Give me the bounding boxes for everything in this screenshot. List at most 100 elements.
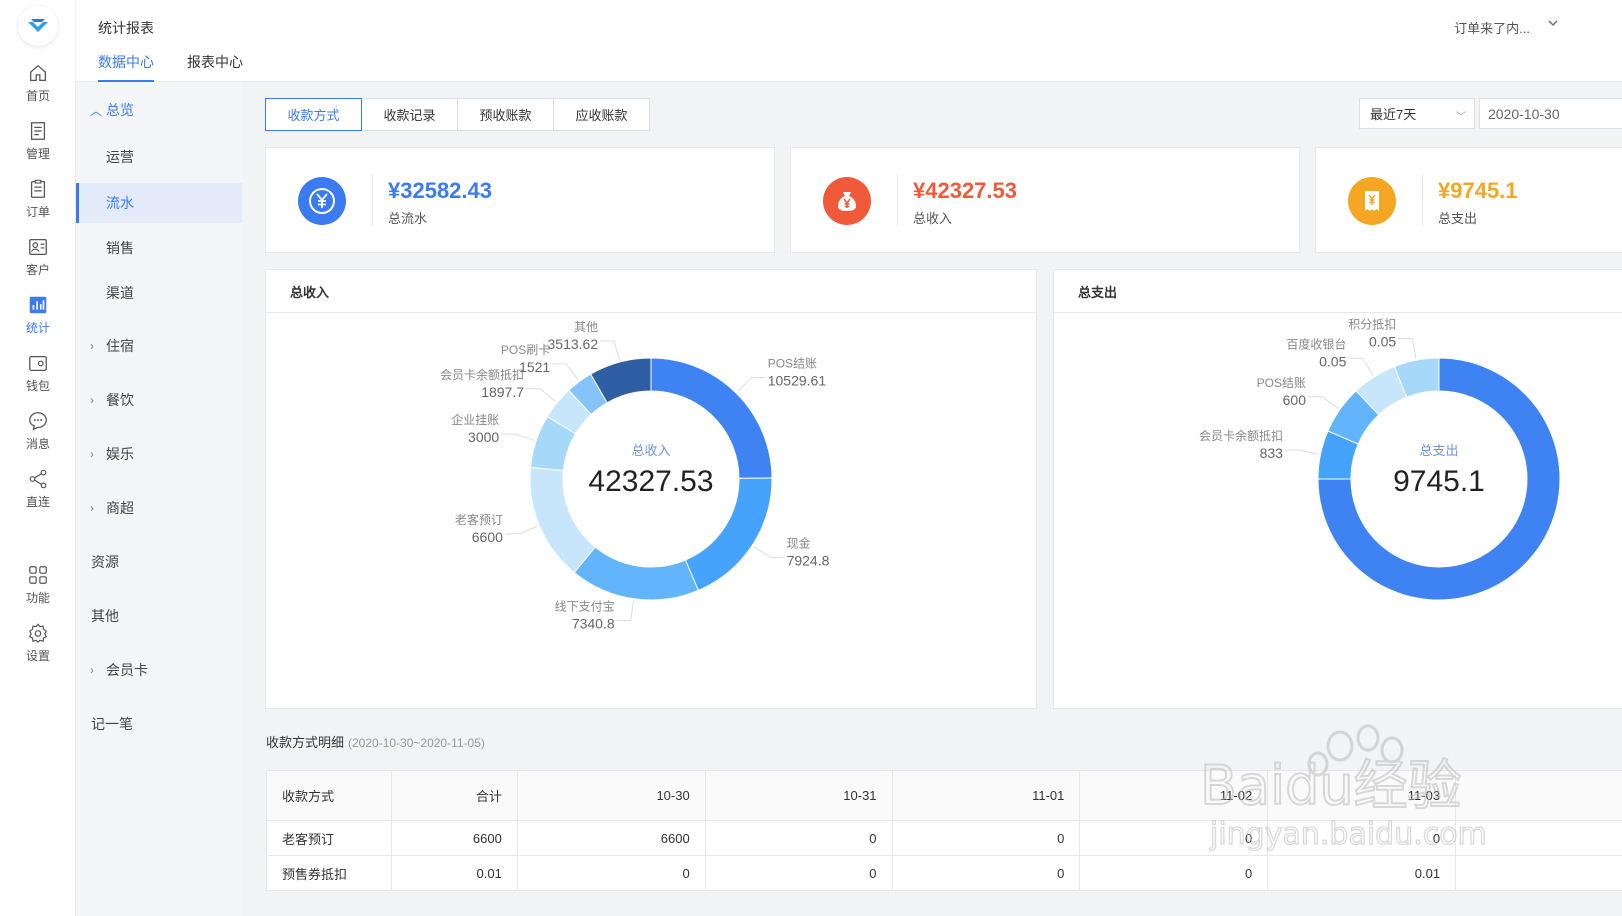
subnav-item-supermarket[interactable]: › 商超: [76, 488, 242, 528]
subnav-item-label: 流水: [106, 195, 134, 211]
page-title: 统计报表: [98, 20, 154, 36]
stat-label: 总收入: [913, 211, 953, 226]
table-cell: 0: [1267, 820, 1457, 856]
wallet-icon: [29, 355, 47, 371]
rail-item-order[interactable]: 订单: [0, 174, 76, 224]
rail-item-connect[interactable]: 直连: [0, 464, 76, 514]
column-header[interactable]: 11-02: [1079, 770, 1269, 821]
rail-item-label: 功能: [25, 591, 50, 605]
expense-slice-label: 百度收银台: [1286, 336, 1346, 351]
subnav-item-member-card[interactable]: › 会员卡: [76, 650, 242, 690]
column-header[interactable]: 收款方式: [266, 770, 392, 821]
tab-data-center[interactable]: 数据中心: [98, 52, 154, 82]
subnav-item-lodging[interactable]: › 住宿: [76, 326, 242, 366]
income-slice[interactable]: [573, 546, 700, 601]
column-header[interactable]: 10-30: [516, 770, 706, 821]
income-slice-label: 企业挂账: [451, 412, 499, 427]
home-icon: [30, 64, 46, 81]
date-range-value: 最近7天: [1370, 107, 1417, 122]
date-range-select[interactable]: 最近7天 ﹀: [1359, 98, 1475, 129]
rail-item-label: 首页: [25, 89, 50, 103]
column-header[interactable]: 10-31: [704, 770, 893, 821]
expense-donut-chart: 会员卡余额抵扣 833 POS结账 600 百度收银台 0.05 积分抵扣 0.05 总支出 97…: [1199, 318, 1561, 601]
chevron-right-icon: ›: [90, 501, 94, 515]
chevron-down-icon: ﹀: [1456, 112, 1466, 123]
subnav-item-operation[interactable]: 运营: [76, 137, 242, 177]
column-header[interactable]: 11-03: [1267, 770, 1457, 821]
money-bag-icon: [823, 177, 871, 225]
table-cell: 0.01: [1267, 855, 1457, 891]
subnav-item-channel[interactable]: 渠道: [76, 273, 242, 313]
table-cell: 0: [516, 855, 706, 891]
rail-item-settings[interactable]: 设置: [0, 618, 76, 668]
subnav-item-flow[interactable]: 流水: [76, 183, 242, 223]
subnav-item-resource[interactable]: 资源: [76, 542, 242, 582]
income-slice-value: 6600: [472, 529, 503, 545]
rail-item-stats[interactable]: 统计: [0, 290, 76, 340]
rail-item-wallet[interactable]: 钱包: [0, 348, 76, 398]
income-leader-line: [737, 376, 766, 393]
rail-item-label: 客户: [25, 263, 50, 277]
rail-item-customer[interactable]: 客户: [0, 232, 76, 282]
main-content: 收款方式 收款记录 预收账款 应收账款 最近7天 ﹀ 2020-10-30 ¥3…: [242, 82, 1622, 916]
stat-value: ¥9745.1: [1438, 178, 1518, 203]
income-slice[interactable]: [650, 357, 773, 479]
income-slice-value: 3513.62: [548, 336, 599, 352]
stat-divider: [1422, 174, 1423, 226]
subnav-item-record[interactable]: 记一笔: [76, 704, 242, 744]
rail-item-label: 直连: [25, 495, 50, 509]
rail-item-apps[interactable]: 功能: [0, 560, 76, 610]
income-donut-chart: POS结账 10529.61 现金 7924.8 线下支付宝 7340.8 老客预订 6600…: [440, 320, 830, 632]
manage-icon: [30, 122, 46, 140]
rail-item-manage[interactable]: 管理: [0, 116, 76, 166]
income-slice[interactable]: [529, 466, 596, 574]
segment-payment-method[interactable]: 收款方式: [265, 98, 362, 131]
income-slice-label: 现金: [787, 535, 811, 550]
chevron-up-icon: ︿: [90, 103, 103, 118]
income-slice-label: POS结账: [768, 356, 817, 370]
subnav-item-dining[interactable]: › 餐饮: [76, 380, 242, 420]
subnav-item-overview[interactable]: ︿ 总览: [76, 90, 242, 130]
rail-item-label: 管理: [25, 147, 50, 161]
expense-center-value: 9745.1: [1393, 465, 1485, 498]
income-slice-value: 10529.61: [768, 372, 827, 388]
segment-receivables[interactable]: 应收账款: [553, 98, 650, 131]
income-slice-label: POS刷卡: [501, 343, 550, 357]
income-leader-line: [504, 525, 538, 535]
column-header[interactable]: 11-01: [891, 770, 1081, 821]
app-logo-icon[interactable]: [18, 6, 58, 46]
table-cell: 6600: [516, 820, 706, 856]
chevron-right-icon: ›: [90, 339, 94, 353]
subnav-item-entertainment[interactable]: › 娱乐: [76, 434, 242, 474]
rail-item-label: 设置: [25, 649, 50, 663]
expense-slice-label: 会员卡余额抵扣: [1199, 428, 1283, 443]
rail-item-message[interactable]: 消息: [0, 406, 76, 456]
subnav-item-label: 销售: [106, 240, 134, 256]
table-cell: 0: [891, 820, 1081, 856]
rail-item-label: 消息: [25, 437, 50, 451]
table-cell: 0: [1079, 855, 1269, 891]
customer-icon: [29, 239, 47, 255]
subnav-item-label: 运营: [106, 149, 134, 165]
detail-title-text: 收款方式明细: [266, 735, 345, 750]
start-date-input[interactable]: 2020-10-30: [1479, 98, 1622, 129]
expense-slice-label: POS结账: [1257, 376, 1306, 390]
column-header[interactable]: 合计: [390, 770, 518, 821]
subnav-item-sales[interactable]: 销售: [76, 228, 242, 268]
segment-advance-receipts[interactable]: 预收账款: [457, 98, 554, 131]
chevron-down-icon[interactable]: [1546, 16, 1560, 30]
order-notice-text[interactable]: 订单来了内...: [1454, 18, 1530, 37]
table-cell: 0: [704, 855, 893, 891]
segment-payment-records[interactable]: 收款记录: [361, 98, 458, 131]
income-slice-value: 7924.8: [787, 552, 830, 568]
subnav-item-other[interactable]: 其他: [76, 596, 242, 636]
table-row: 老客预订 6600 6600 0 0 0 0: [266, 820, 1622, 856]
rail-item-home[interactable]: 首页: [0, 58, 76, 108]
connect-icon: [29, 469, 47, 489]
income-slice-value: 1521: [519, 359, 550, 375]
start-date-value: 2020-10-30: [1488, 105, 1560, 122]
table-cell-empty: [1455, 820, 1622, 856]
tab-report-center[interactable]: 报表中心: [187, 52, 243, 80]
detail-date-range: (2020-10-30~2020-11-05): [348, 736, 485, 750]
subnav-item-label: 会员卡: [106, 662, 148, 678]
